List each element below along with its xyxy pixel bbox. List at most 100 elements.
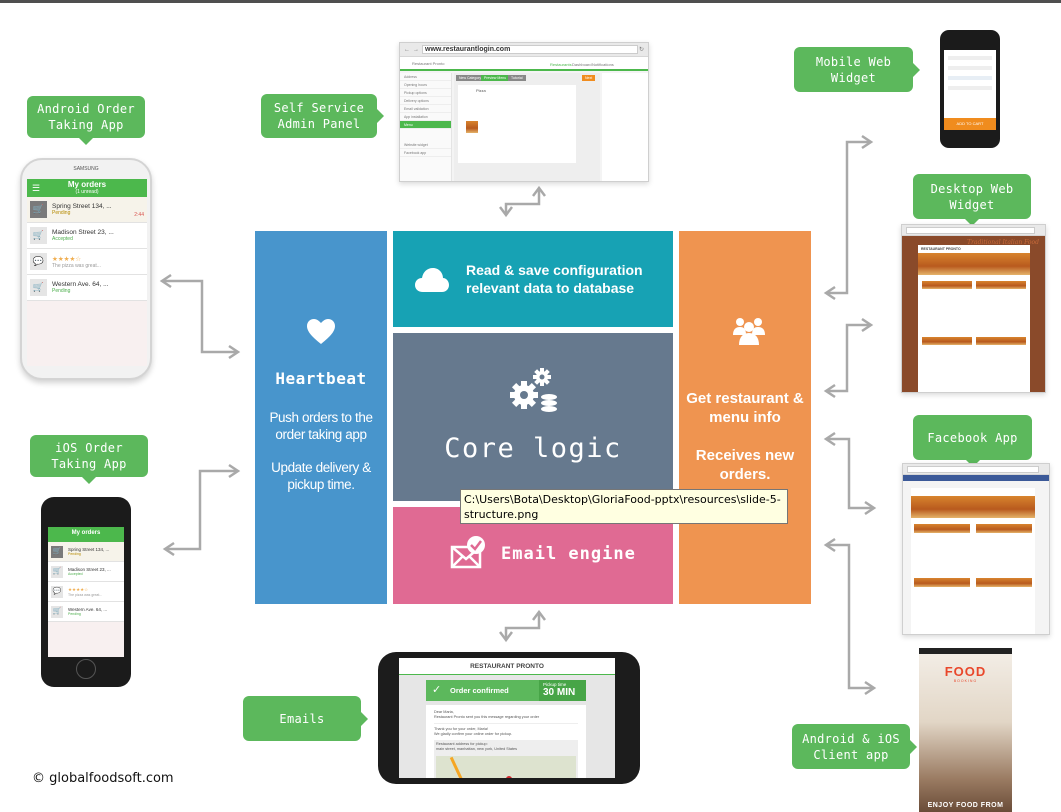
- tutorial-button[interactable]: Tutorial: [508, 75, 526, 81]
- check-icon: ✓: [432, 684, 442, 696]
- facebook-bar: [903, 475, 1049, 481]
- arrow-restaurant-facebook: [823, 431, 877, 516]
- heartbeat-push-text: Push orders to the order taking app: [269, 410, 373, 442]
- cart-icon: 🛒: [51, 545, 63, 558]
- review-stars: ★★★★☆: [52, 255, 82, 263]
- email-engine-title: Email engine: [501, 544, 636, 564]
- users-icon: [733, 318, 765, 345]
- heartbeat-title: Heartbeat: [275, 369, 367, 388]
- admin-main: New Category Preview Menu Tutorial Next …: [454, 73, 600, 181]
- email-address: main street, manhattan, new york, United…: [436, 747, 518, 751]
- order-status: Pending: [68, 612, 81, 616]
- order-address: Madison Street 23, ...: [52, 229, 114, 236]
- sidebar-item-opening-hours[interactable]: Opening hours: [400, 81, 451, 89]
- heartbeat-tile: Heartbeat Push orders to the order takin…: [255, 231, 387, 604]
- preview-menu-button[interactable]: Preview Menu: [481, 75, 510, 81]
- tablet-brand: SAMSUNG: [73, 166, 99, 172]
- order-row[interactable]: 🛒 Spring Street 134, ... Pending: [48, 542, 124, 562]
- review-text: The pizza was great...: [52, 262, 101, 269]
- url-bar[interactable]: [906, 226, 1035, 234]
- review-row[interactable]: 💬 ★★★★☆ The pizza was great...: [27, 249, 147, 275]
- facebook-app-browser: [902, 463, 1050, 635]
- order-row[interactable]: 🛒 Spring Street 134, ... Pending 2:44: [27, 197, 147, 223]
- comment-icon: 💬: [30, 253, 47, 270]
- order-status: Pending: [68, 552, 81, 556]
- order-app-header: My orders: [48, 527, 124, 542]
- admin-sidebar: Address Opening hours Pickup options Del…: [400, 73, 452, 181]
- cloud-icon: [415, 268, 449, 292]
- menu-section-image: [922, 337, 972, 345]
- ios-phone-device: My orders 🛒 Spring Street 134, ... Pendin…: [41, 497, 131, 687]
- admin-restaurant-name: Restaurant Pronto: [412, 61, 445, 66]
- add-to-cart-button[interactable]: ADD TO CART: [944, 118, 996, 130]
- url-bar[interactable]: [907, 465, 1039, 473]
- nav-restaurants[interactable]: Restaurants: [550, 62, 572, 67]
- order-status: Pending: [52, 210, 71, 216]
- comment-icon: 💬: [51, 585, 63, 598]
- admin-options-panel: [602, 73, 648, 181]
- pickup-map[interactable]: [436, 756, 576, 778]
- callout-desktop-widget: Desktop Web Widget: [913, 174, 1031, 226]
- admin-header: Restaurant Pronto Restaurants Dashboard …: [400, 57, 648, 71]
- sidebar-item-website-widget[interactable]: Website widget: [400, 141, 451, 149]
- home-button: [76, 659, 96, 679]
- nav-notifications[interactable]: Notifications: [592, 62, 614, 67]
- callout-admin-panel: Self Service Admin Panel: [261, 94, 384, 138]
- heart-icon: [307, 319, 335, 344]
- email-check-icon: [450, 536, 485, 569]
- callout-ios-order-app: iOS Order Taking App: [30, 435, 148, 484]
- mobile-widget-phone: ADD TO CART: [940, 30, 1000, 148]
- forward-icon[interactable]: →: [413, 47, 419, 53]
- order-row[interactable]: 🛒 Madison Street 23, ... Accepted: [48, 562, 124, 582]
- refresh-icon[interactable]: ↻: [639, 46, 644, 53]
- sidebar-item-menu[interactable]: Menu: [400, 121, 451, 129]
- sidebar-item-email[interactable]: Email validation: [400, 105, 451, 113]
- email-phone-device: RESTAURANT PRONTO ✓ Order confirmed Pick…: [378, 652, 640, 784]
- desktop-menu-popup: RESTAURANT PRONTO: [918, 245, 1030, 392]
- top-border: [0, 0, 1061, 3]
- url-bar[interactable]: www.restaurantlogin.com: [422, 45, 638, 54]
- gears-database-icon: [510, 368, 557, 412]
- sidebar-item-app[interactable]: App installation: [400, 113, 451, 121]
- callout-mobile-widget: Mobile Web Widget: [794, 47, 920, 92]
- menu-category-card: Pizza: [458, 85, 576, 163]
- arrow-admin-database: [499, 185, 546, 218]
- android-order-screen: ☰ My orders (1 unread) 🛒 Spring Street 1…: [27, 179, 147, 366]
- cart-icon: 🛒: [30, 279, 47, 296]
- arrow-restaurant-mobile: [823, 134, 874, 301]
- order-status: Accepted: [52, 236, 73, 242]
- menu-section-image: [976, 578, 1032, 587]
- menu-section-image: [922, 281, 972, 289]
- order-app-header: ☰ My orders (1 unread): [27, 179, 147, 197]
- order-row[interactable]: 🛒 Western Ave. 64, ... Pending: [27, 275, 147, 301]
- menu-icon[interactable]: ☰: [32, 183, 40, 194]
- back-icon[interactable]: ←: [404, 47, 410, 53]
- category-name: Pizza: [476, 88, 486, 93]
- sidebar-item-facebook-app[interactable]: Facebook app: [400, 149, 451, 157]
- facebook-menu-page: [911, 488, 1035, 634]
- sidebar-item-pickup[interactable]: Pickup options: [400, 89, 451, 97]
- sidebar-item-address[interactable]: Address: [400, 73, 451, 81]
- menu-section-image: [976, 281, 1026, 289]
- menu-section-image: [914, 524, 970, 533]
- order-app-subtitle: (1 unread): [75, 189, 99, 195]
- core-logic-title: Core logic: [444, 433, 622, 464]
- client-app-screen: FOOD BOOKING ENJOY FOOD FROM: [919, 648, 1012, 812]
- nav-dashboard[interactable]: Dashboard: [572, 62, 592, 67]
- review-row[interactable]: 💬 ★★★★☆ The pizza was great...: [48, 582, 124, 602]
- order-confirmed-banner: ✓ Order confirmed Pickup time 30 MIN: [426, 680, 586, 701]
- food-booking-sub: BOOKING: [953, 679, 978, 683]
- pickup-time-box: Pickup time 30 MIN: [539, 680, 586, 701]
- email-screen: RESTAURANT PRONTO ✓ Order confirmed Pick…: [399, 658, 615, 778]
- new-category-button[interactable]: New Category: [456, 75, 485, 81]
- callout-client-app: Android & iOS Client app: [792, 724, 917, 769]
- next-button[interactable]: Next: [582, 75, 596, 81]
- order-timer: 2:44: [134, 212, 144, 218]
- desktop-widget-browser: Traditional Italian Food RESTAURANT PRON…: [901, 224, 1046, 393]
- sidebar-item-delivery[interactable]: Delivery options: [400, 97, 451, 105]
- order-row[interactable]: 🛒 Western Ave. 64, ... Pending: [48, 602, 124, 622]
- order-address: Spring Street 134, ...: [52, 203, 112, 210]
- cart-icon: 🛒: [51, 565, 63, 578]
- order-row[interactable]: 🛒 Madison Street 23, ... Accepted: [27, 223, 147, 249]
- email-body: Dear Maria, Restaurant Pronto sent you t…: [426, 705, 586, 778]
